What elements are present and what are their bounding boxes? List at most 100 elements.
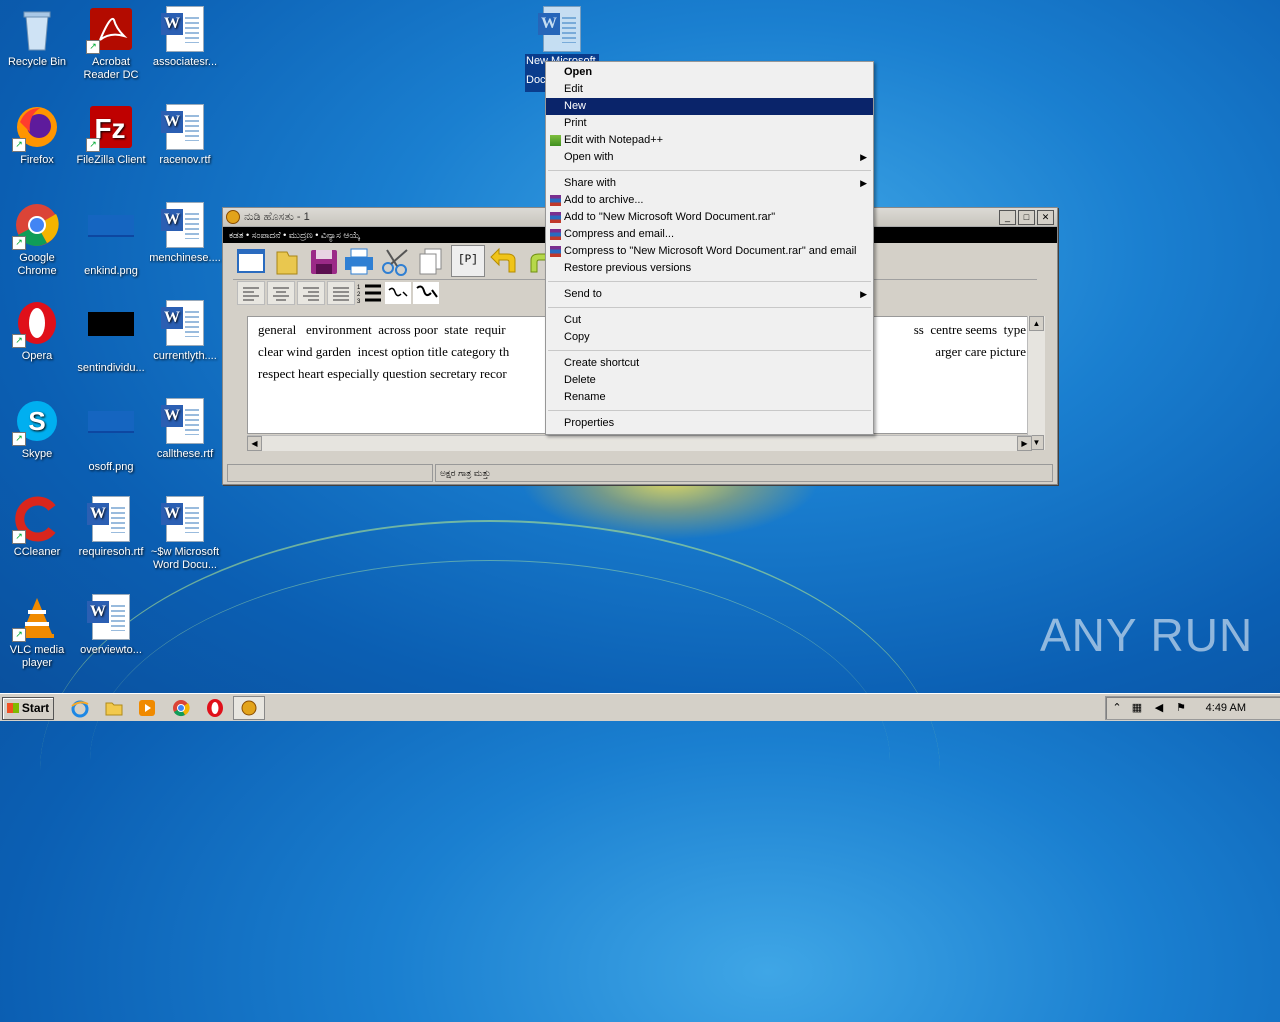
menu-item-restore-previous-versions[interactable]: Restore previous versions <box>546 260 873 277</box>
clock[interactable]: 4:49 AM <box>1206 697 1246 719</box>
desktop-icon-filezilla[interactable]: Fz ↗ FileZilla Client <box>74 104 148 167</box>
svg-text:1: 1 <box>357 285 361 291</box>
menu-item-add-to-new-microsoft-word-document-rar[interactable]: Add to "New Microsoft Word Document.rar" <box>546 209 873 226</box>
close-button[interactable]: ✕ <box>1037 209 1054 225</box>
opera-icon[interactable] <box>205 698 225 718</box>
menu-item-create-shortcut[interactable]: Create shortcut <box>546 355 873 372</box>
word-document-icon <box>538 6 585 52</box>
desktop-icon-ccleaner[interactable]: ↗ CCleaner <box>0 496 74 559</box>
desktop-icon-chrome[interactable]: ↗ Google Chrome <box>0 202 74 278</box>
font-large-icon[interactable] <box>413 282 439 304</box>
menu-item-add-to-archive[interactable]: Add to archive... <box>546 192 873 209</box>
ie-icon[interactable] <box>70 698 90 718</box>
desktop-icon-sentindividu[interactable]: sentindividu... <box>74 300 148 375</box>
desktop-icon-acrobat[interactable]: ↗ Acrobat Reader DC <box>74 6 148 82</box>
menu-item-print[interactable]: Print <box>546 115 873 132</box>
paste-icon[interactable]: [P] <box>451 245 485 277</box>
svg-text:3: 3 <box>357 299 361 304</box>
menu-item-compress-and-email[interactable]: Compress and email... <box>546 226 873 243</box>
winrar-icon <box>550 212 561 223</box>
align-right-icon[interactable] <box>297 281 325 305</box>
print-icon[interactable] <box>343 246 375 276</box>
minimize-button[interactable]: _ <box>999 209 1016 225</box>
menu-item-rename[interactable]: Rename <box>546 389 873 406</box>
menu-item-edit[interactable]: Edit <box>546 81 873 98</box>
desktop-icon-requiresoh[interactable]: requiresoh.rtf <box>74 496 148 559</box>
desktop-icon-callthese[interactable]: callthese.rtf <box>148 398 222 461</box>
cut-icon[interactable] <box>379 246 411 276</box>
menu-item-cut[interactable]: Cut <box>546 312 873 329</box>
undo-icon[interactable] <box>489 246 521 276</box>
network-icon[interactable]: ▦ <box>1130 701 1144 715</box>
menu-item-share-with[interactable]: Share with ▶ <box>546 175 873 192</box>
numbered-list-icon[interactable]: 123 <box>357 282 383 305</box>
nudi-app-icon[interactable] <box>233 696 265 720</box>
desktop-icon-racenov[interactable]: racenov.rtf <box>148 104 222 167</box>
explorer-icon[interactable] <box>104 698 124 718</box>
firefox-icon: ↗ <box>12 104 60 152</box>
desktop-icon-menchinese[interactable]: menchinese.... <box>148 202 222 265</box>
menu-separator <box>548 307 871 308</box>
desktop-icon-overviewto[interactable]: overviewto... <box>74 594 148 657</box>
vertical-scrollbar[interactable]: ▲ ▼ <box>1027 316 1045 450</box>
copy-icon[interactable] <box>415 246 447 276</box>
desktop-icon-label: ~$w Microsoft Word Docu... <box>150 546 220 571</box>
menu-item-open-with[interactable]: Open with ▶ <box>546 149 873 166</box>
image-file-icon <box>88 312 134 358</box>
menu-item-properties[interactable]: Properties <box>546 415 873 432</box>
desktop-icon-label: menchinese.... <box>149 252 221 264</box>
desktop-icon-recycle-bin[interactable]: Recycle Bin <box>0 6 74 69</box>
app-icon <box>226 210 240 224</box>
scroll-left-icon[interactable]: ◀ <box>247 436 262 451</box>
justify-icon[interactable] <box>327 281 355 305</box>
chrome-icon[interactable] <box>171 698 191 718</box>
menu-item-open[interactable]: Open <box>546 64 873 81</box>
word-document-icon <box>161 104 208 150</box>
menu-item-copy[interactable]: Copy <box>546 329 873 346</box>
horizontal-scrollbar[interactable]: ◀ ▶ <box>247 435 1032 451</box>
ccleaner-icon: ↗ <box>12 496 60 544</box>
text-line-2-right: arger care picture <box>935 344 1026 359</box>
open-folder-icon[interactable] <box>271 246 303 276</box>
winrar-icon <box>550 229 561 240</box>
media-player-icon[interactable] <box>137 698 157 718</box>
volume-icon[interactable]: ◀ <box>1152 701 1166 715</box>
system-tray: ⌃ ▦ ◀ ⚑ 4:49 AM <box>1105 696 1280 720</box>
desktop-icon-firefox[interactable]: ↗ Firefox <box>0 104 74 167</box>
menu-item-send-to[interactable]: Send to ▶ <box>546 286 873 303</box>
scroll-up-icon[interactable]: ▲ <box>1029 316 1044 331</box>
image-file-icon <box>88 215 134 261</box>
desktop-icon-label: FileZilla Client <box>76 154 146 166</box>
desktop-icon-label: callthese.rtf <box>156 448 214 460</box>
menu-item-label: Open with <box>564 151 614 163</box>
align-left-icon[interactable] <box>237 281 265 305</box>
menu-item-edit-with-notepad[interactable]: Edit with Notepad++ <box>546 132 873 149</box>
maximize-button[interactable]: □ <box>1018 209 1035 225</box>
menu-item-delete[interactable]: Delete <box>546 372 873 389</box>
scroll-right-icon[interactable]: ▶ <box>1017 436 1032 451</box>
new-document-icon[interactable] <box>235 246 267 276</box>
menu-item-compress-to-new-microsoft-word-document-rar-and-email[interactable]: Compress to "New Microsoft Word Document… <box>546 243 873 260</box>
desktop-icon-currentlyth[interactable]: currentlyth.... <box>148 300 222 363</box>
menu-item-new[interactable]: New <box>546 98 873 115</box>
menu-item-label: Open <box>564 66 593 78</box>
start-label: Start <box>21 701 50 715</box>
desktop-icon-word-temp[interactable]: ~$w Microsoft Word Docu... <box>148 496 222 572</box>
submenu-arrow-icon: ▶ <box>860 289 867 299</box>
align-center-icon[interactable] <box>267 281 295 305</box>
flag-icon[interactable]: ⚑ <box>1174 701 1188 715</box>
desktop-icon-skype[interactable]: S ↗ Skype <box>0 398 74 461</box>
desktop-icon-vlc[interactable]: ↗ VLC media player <box>0 594 74 670</box>
desktop-icon-opera[interactable]: ↗ Opera <box>0 300 74 363</box>
menu-item-label: Edit <box>564 83 583 95</box>
winrar-icon <box>550 195 561 206</box>
desktop-icon-associatesr[interactable]: associatesr... <box>148 6 222 69</box>
desktop-icon-osoff-png[interactable]: osoff.png <box>74 398 148 474</box>
show-hidden-icon[interactable]: ⌃ <box>1110 701 1124 715</box>
desktop-icon-label: Google Chrome <box>17 252 57 277</box>
taskbar: Start ⌃ ▦ ◀ ⚑ 4:49 AM <box>0 693 1280 721</box>
start-button[interactable]: Start <box>2 697 54 720</box>
save-icon[interactable] <box>307 246 339 276</box>
desktop-icon-enkind-png[interactable]: enkind.png <box>74 202 148 278</box>
font-small-icon[interactable] <box>385 282 411 304</box>
